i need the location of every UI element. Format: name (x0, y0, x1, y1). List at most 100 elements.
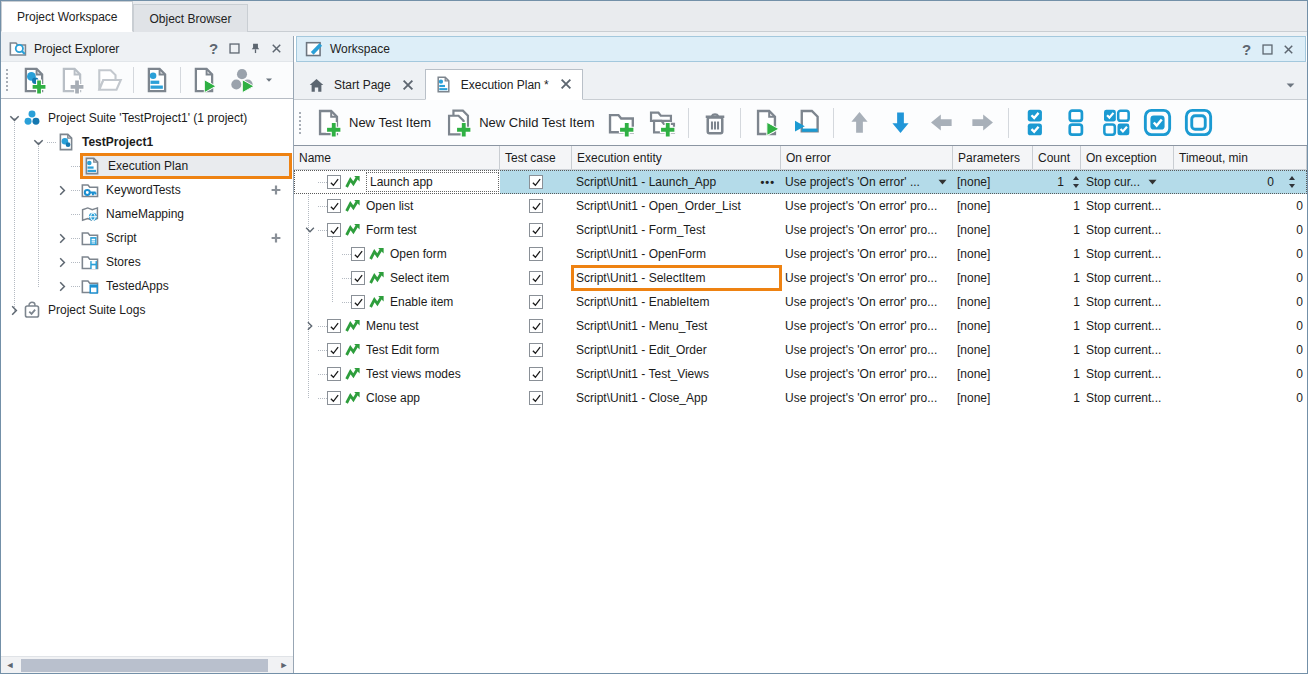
timeout-cell[interactable]: 0 (1174, 242, 1307, 266)
timeout-cell[interactable]: 0 (1174, 194, 1307, 218)
new-child-group-button[interactable] (642, 103, 683, 143)
row-checkbox[interactable] (351, 295, 365, 309)
on-exception-cell[interactable]: Stop current... (1081, 290, 1174, 314)
timeout-cell[interactable]: 0 (1174, 170, 1307, 194)
main-tab-1[interactable]: Object Browser (133, 4, 247, 32)
pin-button[interactable] (245, 39, 266, 59)
column-header[interactable]: Count (1033, 146, 1081, 169)
test-case-checkbox[interactable] (529, 199, 543, 213)
timeout-cell[interactable]: 0 (1174, 362, 1307, 386)
execution-entity-cell[interactable]: Script\Unit1 - Close_App (572, 386, 781, 410)
expander-icon[interactable] (53, 229, 71, 247)
name-cell[interactable]: Test views modes (294, 362, 500, 386)
timeout-cell[interactable]: 0 (1174, 314, 1307, 338)
test-case-cell[interactable] (500, 194, 572, 218)
execution-entity-cell[interactable]: Script\Unit1 - Launch_App••• (572, 170, 781, 194)
count-cell[interactable]: 1 (1033, 170, 1081, 194)
maximize-button[interactable] (1257, 39, 1278, 59)
column-header[interactable]: Name (294, 146, 500, 169)
disable-item-button[interactable] (1178, 103, 1219, 143)
row-checkbox[interactable] (327, 367, 341, 381)
close-button[interactable] (1278, 39, 1299, 59)
name-cell[interactable]: Test Edit form (294, 338, 500, 362)
test-case-checkbox[interactable] (529, 247, 543, 261)
horizontal-scrollbar[interactable]: ◄ ► (1, 656, 293, 673)
test-case-cell[interactable] (500, 338, 572, 362)
count-cell[interactable]: 1 (1033, 194, 1081, 218)
dropdown-icon[interactable] (938, 179, 947, 185)
close-tab-icon[interactable] (402, 79, 415, 92)
test-case-checkbox[interactable] (529, 295, 543, 309)
column-header[interactable]: Test case (500, 146, 572, 169)
execution-entity-cell[interactable]: Script\Unit1 - Test_Views (572, 362, 781, 386)
on-error-cell[interactable]: Use project's 'On error' pro... (781, 218, 953, 242)
main-tab-0[interactable]: Project Workspace (1, 1, 133, 32)
grid-row[interactable]: Form test Script\Unit1 - Form_Test Use p… (294, 218, 1307, 242)
run-project-button[interactable] (185, 64, 223, 96)
close-button[interactable] (266, 39, 287, 59)
count-cell[interactable]: 1 (1033, 386, 1081, 410)
expander-icon[interactable] (53, 253, 71, 271)
on-exception-cell[interactable]: Stop cur... (1081, 170, 1174, 194)
row-checkbox[interactable] (351, 247, 365, 261)
test-case-checkbox[interactable] (529, 271, 543, 285)
test-case-cell[interactable] (500, 218, 572, 242)
parameters-cell[interactable]: [none] (953, 266, 1033, 290)
count-cell[interactable]: 1 (1033, 290, 1081, 314)
name-cell[interactable]: Enable item (294, 290, 500, 314)
parameters-cell[interactable]: [none] (953, 362, 1033, 386)
execution-entity-cell[interactable]: Script\Unit1 - Form_Test (572, 218, 781, 242)
expander-icon[interactable] (5, 109, 23, 127)
on-error-cell[interactable]: Use project's 'On error' ... (781, 170, 953, 194)
name-cell[interactable]: Open form (294, 242, 500, 266)
on-error-cell[interactable]: Use project's 'On error' pro... (781, 338, 953, 362)
move-down-button[interactable] (880, 103, 921, 143)
parameters-cell[interactable]: [none] (953, 194, 1033, 218)
add-icon[interactable] (269, 231, 283, 245)
expander-icon[interactable] (29, 133, 47, 151)
count-cell[interactable]: 1 (1033, 338, 1081, 362)
expander-icon[interactable] (5, 301, 23, 319)
doc-tab-1[interactable]: Execution Plan * (425, 69, 583, 100)
open-file-button[interactable] (91, 64, 129, 96)
on-error-cell[interactable]: Use project's 'On error' pro... (781, 362, 953, 386)
dropdown-icon[interactable] (1148, 179, 1157, 185)
maximize-button[interactable] (224, 39, 245, 59)
add-file-button[interactable] (53, 64, 91, 96)
expander-icon[interactable] (302, 318, 318, 334)
new-child-test-item-button[interactable]: New Child Test Item (438, 103, 601, 143)
toolbar-grip[interactable] (6, 69, 11, 91)
spinner[interactable] (1288, 174, 1296, 190)
move-up-button[interactable] (839, 103, 880, 143)
doc-tab-0[interactable]: Start Page (298, 69, 425, 100)
test-case-cell[interactable] (500, 266, 572, 290)
spinner[interactable] (1072, 174, 1080, 190)
parameters-cell[interactable]: [none] (953, 314, 1033, 338)
test-case-checkbox[interactable] (529, 343, 543, 357)
row-checkbox[interactable] (327, 199, 341, 213)
close-tab-icon[interactable] (560, 78, 573, 91)
execution-entity-cell[interactable]: Script\Unit1 - EnableItem (572, 290, 781, 314)
on-exception-cell[interactable]: Stop current... (1081, 194, 1174, 218)
parameters-cell[interactable]: [none] (953, 338, 1033, 362)
test-case-cell[interactable] (500, 170, 572, 194)
on-exception-cell[interactable]: Stop current... (1081, 314, 1174, 338)
test-case-checkbox[interactable] (529, 391, 543, 405)
tree-item[interactable]: KeywordTests (1, 178, 293, 202)
grid-row[interactable]: Close app Script\Unit1 - Close_App Use p… (294, 386, 1307, 410)
parameters-cell[interactable]: [none] (953, 242, 1033, 266)
tree-item[interactable]: Project Suite Logs (1, 298, 293, 322)
tree-item[interactable]: Execution Plan (1, 154, 293, 178)
grid-row[interactable]: Test views modes Script\Unit1 - Test_Vie… (294, 362, 1307, 386)
row-checkbox[interactable] (327, 223, 341, 237)
test-case-cell[interactable] (500, 362, 572, 386)
tree-item[interactable]: Script (1, 226, 293, 250)
name-cell[interactable]: Open list (294, 194, 500, 218)
row-checkbox[interactable] (327, 175, 341, 189)
timeout-cell[interactable]: 0 (1174, 338, 1307, 362)
column-header[interactable]: Execution entity (572, 146, 781, 169)
on-error-cell[interactable]: Use project's 'On error' pro... (781, 266, 953, 290)
delete-button[interactable] (694, 103, 735, 143)
row-checkbox[interactable] (327, 391, 341, 405)
on-exception-cell[interactable]: Stop current... (1081, 362, 1174, 386)
